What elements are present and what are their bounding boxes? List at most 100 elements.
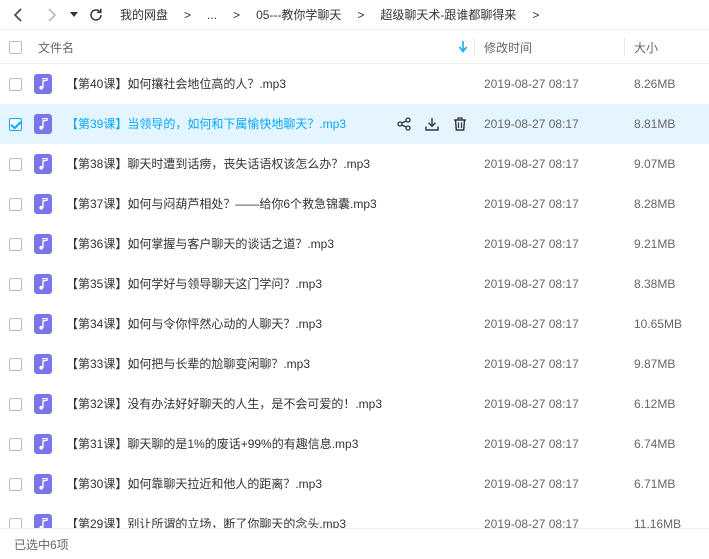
breadcrumb-separator: > bbox=[233, 7, 241, 22]
share-button[interactable] bbox=[396, 116, 412, 132]
file-row[interactable]: 【第34课】如何与令你怦然心动的人聊天？.mp3 2019-08-27 08:17… bbox=[0, 304, 709, 344]
row-checkbox[interactable] bbox=[9, 478, 22, 491]
file-size: 9.07MB bbox=[634, 157, 676, 171]
file-modified-date: 2019-08-27 08:17 bbox=[484, 237, 579, 251]
breadcrumb-current-folder[interactable]: 超级聊天术-跟谁都聊得来 bbox=[380, 6, 516, 23]
file-size: 6.12MB bbox=[634, 397, 676, 411]
navigation-bar: 我的网盘 > ... > 05---教你学聊天 > 超级聊天术-跟谁都聊得来 > bbox=[0, 0, 709, 30]
column-divider[interactable] bbox=[624, 38, 625, 56]
select-all-checkbox[interactable] bbox=[9, 41, 22, 54]
file-row[interactable]: 【第38课】聊天时遭到话痨，丧失话语权该怎么办？.mp3 2019-08-27 0… bbox=[0, 144, 709, 184]
row-checkbox[interactable] bbox=[9, 438, 22, 451]
breadcrumb-separator: > bbox=[357, 7, 365, 22]
trash-icon bbox=[454, 117, 466, 131]
file-name[interactable]: 【第31课】聊天聊的是1%的废话+99%的有趣信息.mp3 bbox=[66, 424, 358, 464]
caret-down-icon bbox=[70, 11, 78, 17]
file-name[interactable]: 【第29课】别让所谓的立场，断了你聊天的念头.mp3 bbox=[66, 504, 346, 528]
breadcrumb-my-drive[interactable]: 我的网盘 bbox=[120, 6, 168, 23]
file-name[interactable]: 【第34课】如何与令你怦然心动的人聊天？.mp3 bbox=[66, 304, 322, 344]
music-file-icon bbox=[34, 394, 52, 414]
file-size: 8.28MB bbox=[634, 197, 676, 211]
file-size: 6.74MB bbox=[634, 437, 676, 451]
file-size: 10.65MB bbox=[634, 317, 683, 331]
file-size: 8.26MB bbox=[634, 77, 676, 91]
file-modified-date: 2019-08-27 08:17 bbox=[484, 437, 579, 451]
music-file-icon bbox=[34, 194, 52, 214]
row-checkbox[interactable] bbox=[9, 158, 22, 171]
column-divider[interactable] bbox=[474, 38, 475, 56]
file-size: 8.81MB bbox=[634, 117, 676, 131]
delete-button[interactable] bbox=[452, 116, 468, 132]
file-row[interactable]: 【第31课】聊天聊的是1%的废话+99%的有趣信息.mp3 2019-08-27 … bbox=[0, 424, 709, 464]
file-row[interactable]: 【第40课】如何攘社会地位高的人？.mp3 2019-08-27 08:17 8.2… bbox=[0, 64, 709, 104]
file-row[interactable]: 【第33课】如何把与长辈的尬聊变闲聊？.mp3 2019-08-27 08:17 9… bbox=[0, 344, 709, 384]
file-modified-date: 2019-08-27 08:17 bbox=[484, 157, 579, 171]
file-modified-date: 2019-08-27 08:17 bbox=[484, 517, 579, 528]
file-name[interactable]: 【第40课】如何攘社会地位高的人？.mp3 bbox=[66, 64, 286, 104]
file-size: 8.38MB bbox=[634, 277, 676, 291]
music-file-icon bbox=[34, 234, 52, 254]
download-button[interactable] bbox=[424, 116, 440, 132]
file-name[interactable]: 【第37课】如何与闷葫芦相处？——给你6个救急锦囊.mp3 bbox=[66, 184, 377, 224]
file-name[interactable]: 【第35课】如何学好与领导聊天这门学问？.mp3 bbox=[66, 264, 322, 304]
file-row[interactable]: 【第37课】如何与闷葫芦相处？——给你6个救急锦囊.mp3 2019-08-27 … bbox=[0, 184, 709, 224]
row-checkbox[interactable] bbox=[9, 198, 22, 211]
file-row[interactable]: 【第32课】没有办法好好聊天的人生，是不会可爱的！.mp3 2019-08-27 … bbox=[0, 384, 709, 424]
row-checkbox[interactable] bbox=[9, 398, 22, 411]
chevron-left-icon bbox=[13, 7, 22, 22]
file-name[interactable]: 【第32课】没有办法好好聊天的人生，是不会可爱的！.mp3 bbox=[66, 384, 382, 424]
file-modified-date: 2019-08-27 08:17 bbox=[484, 477, 579, 491]
row-checkbox[interactable] bbox=[9, 358, 22, 371]
breadcrumb-separator: > bbox=[184, 7, 192, 22]
row-checkbox[interactable] bbox=[9, 518, 22, 528]
file-row[interactable]: 【第39课】当领导的，如何和下属愉快地聊天？.mp3 2019-08-27 08:… bbox=[0, 104, 709, 144]
file-modified-date: 2019-08-27 08:17 bbox=[484, 277, 579, 291]
row-checkbox[interactable] bbox=[9, 278, 22, 291]
file-modified-date: 2019-08-27 08:17 bbox=[484, 317, 579, 331]
sort-indicator[interactable] bbox=[459, 30, 467, 64]
music-file-icon bbox=[34, 74, 52, 94]
column-header-modified[interactable]: 修改时间 bbox=[484, 30, 532, 64]
file-row[interactable]: 【第29课】别让所谓的立场，断了你聊天的念头.mp3 2019-08-27 08:… bbox=[0, 504, 709, 528]
file-row[interactable]: 【第36课】如何掌握与客户聊天的谈话之道？.mp3 2019-08-27 08:1… bbox=[0, 224, 709, 264]
file-name[interactable]: 【第36课】如何掌握与客户聊天的谈话之道？.mp3 bbox=[66, 224, 334, 264]
music-file-icon bbox=[34, 114, 52, 134]
row-checkbox[interactable] bbox=[9, 78, 22, 91]
file-list: 【第40课】如何攘社会地位高的人？.mp3 2019-08-27 08:17 8.2… bbox=[0, 64, 709, 528]
back-button[interactable] bbox=[8, 3, 28, 27]
row-checkbox[interactable] bbox=[9, 118, 22, 131]
file-size: 9.87MB bbox=[634, 357, 676, 371]
selection-count: 已选中6项 bbox=[14, 537, 69, 552]
file-row[interactable]: 【第35课】如何学好与领导聊天这门学问？.mp3 2019-08-27 08:17… bbox=[0, 264, 709, 304]
share-icon bbox=[397, 117, 411, 131]
file-modified-date: 2019-08-27 08:17 bbox=[484, 357, 579, 371]
file-name[interactable]: 【第30课】如何靠聊天拉近和他人的距离？.mp3 bbox=[66, 464, 322, 504]
file-size: 9.21MB bbox=[634, 237, 676, 251]
file-size: 6.71MB bbox=[634, 477, 676, 491]
column-header-filename[interactable]: 文件名 bbox=[38, 30, 74, 64]
column-header-size[interactable]: 大小 bbox=[634, 30, 658, 64]
file-modified-date: 2019-08-27 08:17 bbox=[484, 197, 579, 211]
file-name[interactable]: 【第33课】如何把与长辈的尬聊变闲聊？.mp3 bbox=[66, 344, 310, 384]
refresh-icon bbox=[90, 8, 102, 21]
status-bar: 已选中6项 bbox=[0, 528, 709, 559]
file-name[interactable]: 【第38课】聊天时遭到话痨，丧失话语权该怎么办？.mp3 bbox=[66, 144, 370, 184]
row-checkbox[interactable] bbox=[9, 238, 22, 251]
file-size: 11.16MB bbox=[634, 517, 682, 528]
download-icon bbox=[425, 118, 439, 131]
sort-down-arrow-icon bbox=[459, 41, 467, 53]
refresh-button[interactable] bbox=[86, 3, 106, 27]
forward-button[interactable] bbox=[42, 3, 62, 27]
file-name[interactable]: 【第39课】当领导的，如何和下属愉快地聊天？.mp3 bbox=[66, 104, 346, 144]
file-row[interactable]: 【第30课】如何靠聊天拉近和他人的距离？.mp3 2019-08-27 08:17… bbox=[0, 464, 709, 504]
music-file-icon bbox=[34, 354, 52, 374]
music-file-icon bbox=[34, 434, 52, 454]
breadcrumb-ellipsis[interactable]: ... bbox=[207, 8, 217, 22]
music-file-icon bbox=[34, 274, 52, 294]
chevron-right-icon bbox=[48, 7, 57, 22]
breadcrumb-separator: > bbox=[532, 7, 540, 22]
row-checkbox[interactable] bbox=[9, 318, 22, 331]
breadcrumb-folder-chat-course[interactable]: 05---教你学聊天 bbox=[256, 6, 341, 23]
music-file-icon bbox=[34, 314, 52, 334]
history-dropdown-button[interactable] bbox=[68, 3, 80, 27]
